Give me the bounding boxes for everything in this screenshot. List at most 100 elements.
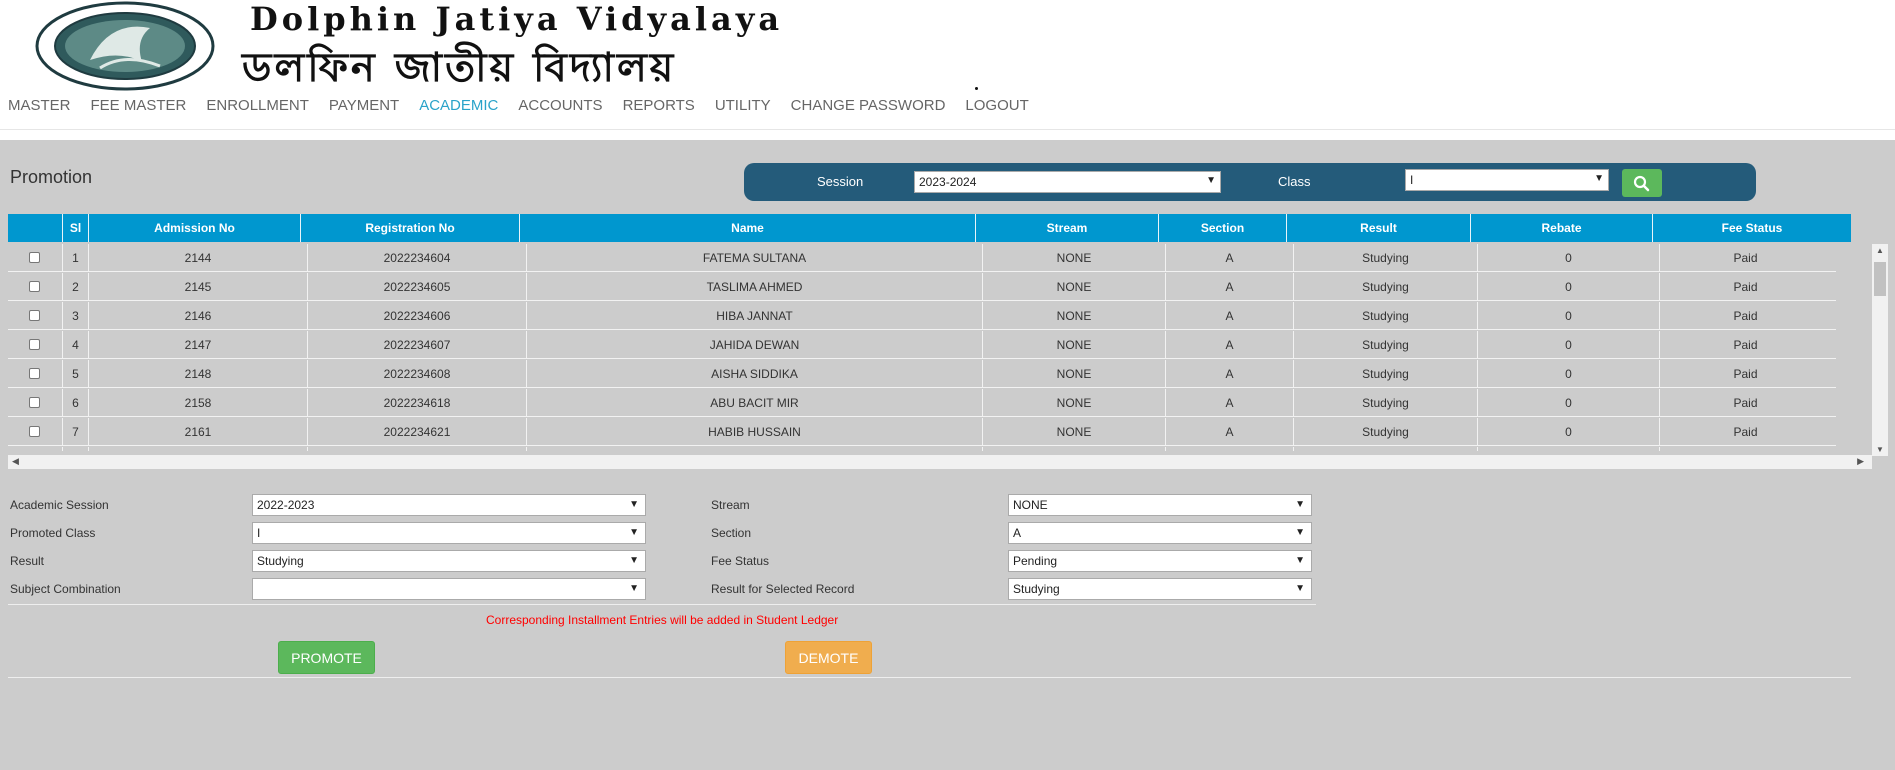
nav-utility[interactable]: UTILITY xyxy=(715,97,771,117)
cell-rebate: 0 xyxy=(1477,273,1659,301)
table-body: 1 2144 2022234604 FATEMA SULTANA NONE A Studyi… xyxy=(8,244,1836,451)
scroll-right-icon[interactable]: ▶ xyxy=(1857,456,1864,467)
cell-stream: NONE xyxy=(982,302,1165,330)
subject-combination-label: Subject Combination xyxy=(10,582,121,596)
row-select-checkbox[interactable] xyxy=(29,310,40,321)
cell-fee-status: Paid xyxy=(1659,418,1831,446)
class-select[interactable]: I ▼ xyxy=(1405,169,1609,191)
table-cell xyxy=(8,447,62,451)
nav-accounts[interactable]: ACCOUNTS xyxy=(518,97,602,117)
cell-stream: NONE xyxy=(982,360,1165,388)
cell-admission-no: 2147 xyxy=(88,331,307,359)
academic-session-select[interactable]: 2022-2023 ▼ xyxy=(252,494,646,516)
demote-button[interactable]: DEMOTE xyxy=(785,641,872,674)
stream-select[interactable]: NONE ▼ xyxy=(1008,494,1312,516)
selected-result-label: Result for Selected Record xyxy=(711,582,855,596)
table-row: 1 2144 2022234604 FATEMA SULTANA NONE A Studyi… xyxy=(8,244,1836,272)
column-header-stream: Stream xyxy=(975,214,1158,242)
cell-registration-no: 2022234621 xyxy=(307,418,526,446)
nav-payment[interactable]: PAYMENT xyxy=(329,97,399,117)
cell-sl: 5 xyxy=(62,360,88,388)
row-select-checkbox[interactable] xyxy=(29,339,40,350)
cell-name: HABIB HUSSAIN xyxy=(526,418,982,446)
cell-result: Studying xyxy=(1293,273,1477,301)
cell-admission-no: 2148 xyxy=(88,360,307,388)
cell-fee-status: Paid xyxy=(1659,360,1831,388)
cell-rebate: 0 xyxy=(1477,244,1659,272)
nav-reports[interactable]: REPORTS xyxy=(623,97,695,117)
row-select-checkbox[interactable] xyxy=(29,368,40,379)
cell-select xyxy=(8,244,62,272)
search-icon xyxy=(1633,175,1650,192)
nav-change-password[interactable]: CHANGE PASSWORD xyxy=(791,97,946,117)
result-select[interactable]: Studying ▼ xyxy=(252,550,646,572)
stream-value: NONE xyxy=(1013,498,1048,512)
row-select-checkbox[interactable] xyxy=(29,252,40,263)
nav-logout[interactable]: LOGOUT xyxy=(965,97,1028,117)
cell-fee-status: Paid xyxy=(1659,331,1831,359)
table-cell xyxy=(88,447,307,451)
chevron-down-icon: ▼ xyxy=(1206,175,1216,186)
section-value: A xyxy=(1013,526,1022,540)
vertical-scrollbar[interactable]: ▲ ▼ xyxy=(1872,244,1888,456)
cell-select xyxy=(8,389,62,417)
academic-session-label: Academic Session xyxy=(10,498,109,512)
table-cell xyxy=(1293,447,1477,451)
search-button[interactable] xyxy=(1622,169,1662,197)
school-seal-logo xyxy=(35,1,215,91)
subject-combination-select[interactable]: ▼ xyxy=(252,578,646,600)
table-row: 7 2161 2022234621 HABIB HUSSAIN NONE A Studyin… xyxy=(8,418,1836,446)
chevron-down-icon: ▼ xyxy=(629,527,639,538)
cell-name: JAHIDA DEWAN xyxy=(526,331,982,359)
table-row: 4 2147 2022234607 JAHIDA DEWAN NONE A Studying… xyxy=(8,331,1836,359)
cell-sl: 7 xyxy=(62,418,88,446)
class-label: Class xyxy=(1278,174,1311,189)
row-select-checkbox[interactable] xyxy=(29,397,40,408)
fee-status-select[interactable]: Pending ▼ xyxy=(1008,550,1312,572)
table-cell xyxy=(526,447,982,451)
nav-fee-master[interactable]: FEE MASTER xyxy=(91,97,187,117)
nav-enrollment[interactable]: ENROLLMENT xyxy=(206,97,309,117)
filter-bar: Session 2023-2024 ▼ Class I ▼ xyxy=(744,163,1756,201)
cell-rebate: 0 xyxy=(1477,360,1659,388)
main-content: Promotion Session 2023-2024 ▼ Class I ▼ … xyxy=(0,140,1895,770)
row-select-checkbox[interactable] xyxy=(29,426,40,437)
promoted-class-value: I xyxy=(257,526,261,540)
chevron-down-icon: ▼ xyxy=(1295,555,1305,566)
promoted-class-select[interactable]: I ▼ xyxy=(252,522,646,544)
cell-stream: NONE xyxy=(982,418,1165,446)
cell-section: A xyxy=(1165,302,1293,330)
column-header-select xyxy=(8,214,62,242)
cell-select xyxy=(8,360,62,388)
column-header-sl: Sl xyxy=(62,214,88,242)
promote-button[interactable]: PROMOTE xyxy=(278,641,375,674)
session-label: Session xyxy=(817,174,864,189)
chevron-down-icon: ▼ xyxy=(629,583,639,594)
chevron-down-icon: ▼ xyxy=(1295,499,1305,510)
cell-stream: NONE xyxy=(982,273,1165,301)
horizontal-scrollbar[interactable]: ◀ ▶ xyxy=(8,455,1872,469)
promoted-class-label: Promoted Class xyxy=(10,526,96,540)
scroll-thumb[interactable] xyxy=(1874,262,1886,296)
bottom-divider xyxy=(8,677,1851,678)
table-row: 3 2146 2022234606 HIBA JANNAT NONE A Studying 0… xyxy=(8,302,1836,330)
cell-rebate: 0 xyxy=(1477,389,1659,417)
cell-select xyxy=(8,418,62,446)
header-divider xyxy=(0,129,1895,130)
cell-name: ABU BACIT MIR xyxy=(526,389,982,417)
cell-registration-no: 2022234606 xyxy=(307,302,526,330)
scroll-down-icon[interactable]: ▼ xyxy=(1876,445,1884,454)
cell-result: Studying xyxy=(1293,331,1477,359)
selected-result-select[interactable]: Studying ▼ xyxy=(1008,578,1312,600)
nav-master[interactable]: MASTER xyxy=(8,97,71,117)
page-title: Promotion xyxy=(10,167,93,187)
table-cell xyxy=(1477,447,1659,451)
nav-academic[interactable]: ACADEMIC xyxy=(419,97,498,117)
session-select[interactable]: 2023-2024 ▼ xyxy=(914,171,1221,193)
column-header-rebate: Rebate xyxy=(1470,214,1652,242)
scroll-left-icon[interactable]: ◀ xyxy=(12,456,19,467)
cell-result: Studying xyxy=(1293,244,1477,272)
row-select-checkbox[interactable] xyxy=(29,281,40,292)
section-select[interactable]: A ▼ xyxy=(1008,522,1312,544)
scroll-up-icon[interactable]: ▲ xyxy=(1876,246,1884,255)
